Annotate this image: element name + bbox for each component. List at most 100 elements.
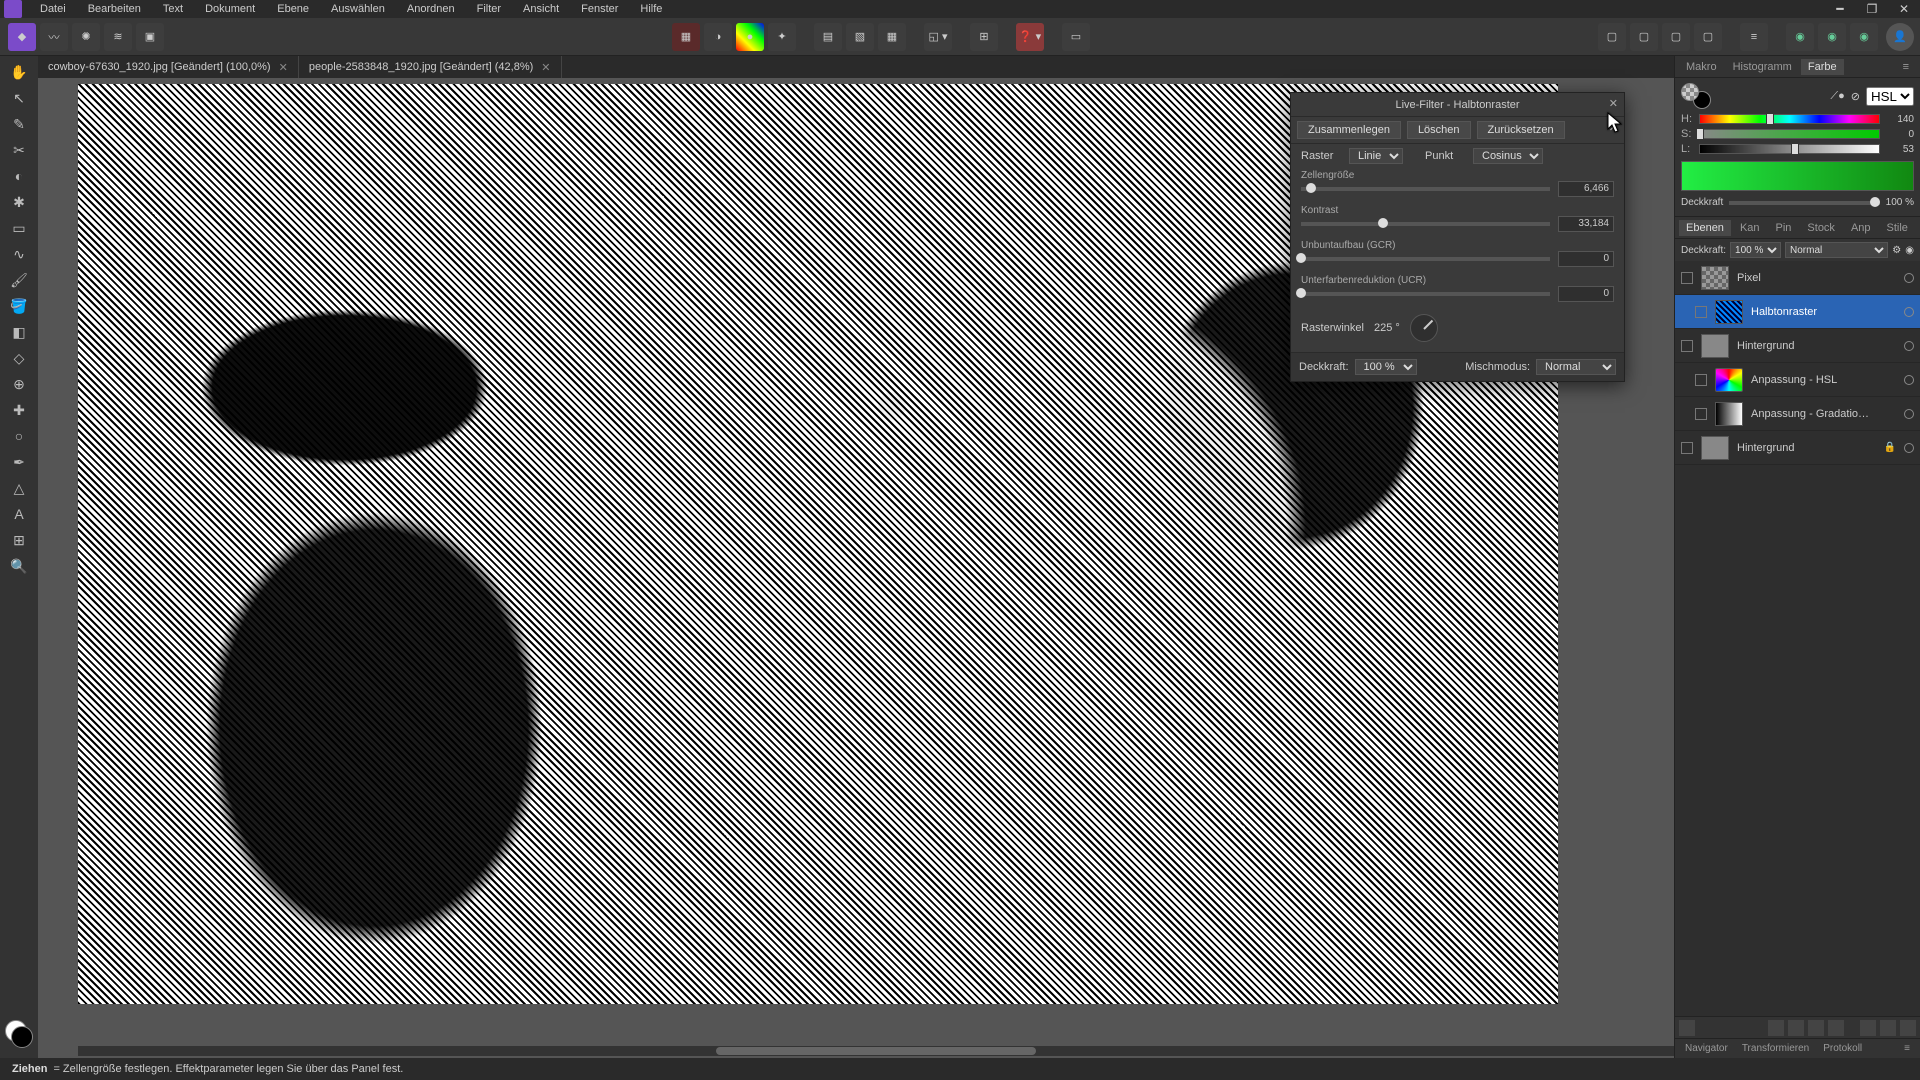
merge-button[interactable]: Zusammenlegen bbox=[1297, 121, 1401, 139]
hue-value[interactable]: 140 bbox=[1886, 114, 1914, 125]
panel-tab-farbe[interactable]: Farbe bbox=[1801, 59, 1844, 75]
menu-dokument[interactable]: Dokument bbox=[195, 1, 265, 17]
panel-tab-anp[interactable]: Anp bbox=[1844, 220, 1878, 236]
clone-tool[interactable]: ⊕ bbox=[5, 372, 33, 396]
contrast-value[interactable]: 33,184 bbox=[1558, 216, 1614, 232]
move-tool[interactable]: ↖ bbox=[5, 86, 33, 110]
cloud-3-button[interactable]: ◉ bbox=[1850, 23, 1878, 51]
select-all-button[interactable]: ▤ bbox=[814, 23, 842, 51]
opacity-slider[interactable] bbox=[1729, 201, 1879, 205]
stock-1-button[interactable]: ▢ bbox=[1598, 23, 1626, 51]
delete-layer-icon[interactable] bbox=[1900, 1020, 1916, 1036]
hand-tool[interactable]: ✋ bbox=[5, 60, 33, 84]
menu-auswählen[interactable]: Auswählen bbox=[321, 1, 395, 17]
persona-liquify-button[interactable]: 〰 bbox=[40, 23, 68, 51]
cellsize-value[interactable]: 6,466 bbox=[1558, 181, 1614, 197]
menu-fenster[interactable]: Fenster bbox=[571, 1, 628, 17]
no-color-icon[interactable]: ⊘ bbox=[1851, 90, 1860, 103]
layer-eye-icon[interactable] bbox=[1904, 443, 1914, 453]
marquee-tool[interactable]: ▭ bbox=[5, 216, 33, 240]
color-model-select[interactable]: HSL bbox=[1866, 87, 1914, 106]
dialog-titlebar[interactable]: Live-Filter - Halbtonraster ✕ bbox=[1291, 93, 1624, 117]
ucr-slider[interactable] bbox=[1301, 292, 1550, 296]
persona-photo-button[interactable]: ◆ bbox=[8, 23, 36, 51]
sat-value[interactable]: 0 bbox=[1886, 129, 1914, 140]
gcr-value[interactable]: 0 bbox=[1558, 251, 1614, 267]
panel-tab-histogramm[interactable]: Histogramm bbox=[1726, 59, 1799, 75]
autolevels-button[interactable]: ✦ bbox=[768, 23, 796, 51]
align-button[interactable]: ≡ bbox=[1740, 23, 1768, 51]
shape-tool[interactable]: △ bbox=[5, 476, 33, 500]
crop-button[interactable]: ◱ ▾ bbox=[924, 23, 952, 51]
menu-ebene[interactable]: Ebene bbox=[267, 1, 319, 17]
horizontal-scrollbar[interactable] bbox=[78, 1046, 1674, 1056]
stock-4-button[interactable]: ▢ bbox=[1694, 23, 1722, 51]
panel-tab-pin[interactable]: Pin bbox=[1769, 220, 1799, 236]
layer-visibility-checkbox[interactable] bbox=[1681, 340, 1693, 352]
document-tab[interactable]: cowboy-67630_1920.jpg [Geändert] (100,0%… bbox=[38, 56, 299, 78]
layer-row[interactable]: Hintergrund bbox=[1675, 329, 1920, 363]
autowhite-button[interactable]: ◑ bbox=[704, 23, 732, 51]
mesh-tool[interactable]: ⊞ bbox=[5, 528, 33, 552]
maximize-button[interactable]: ❐ bbox=[1856, 0, 1888, 18]
cloud-2-button[interactable]: ◉ bbox=[1818, 23, 1846, 51]
reselect-button[interactable]: ▦ bbox=[878, 23, 906, 51]
layer-row[interactable]: Hintergrund🔒 bbox=[1675, 431, 1920, 465]
preview-button[interactable]: ▭ bbox=[1062, 23, 1090, 51]
layer-visibility-checkbox[interactable] bbox=[1695, 408, 1707, 420]
menu-bearbeiten[interactable]: Bearbeiten bbox=[78, 1, 151, 17]
persona-export-button[interactable]: ▣ bbox=[136, 23, 164, 51]
selection-brush-tool[interactable]: ◐ bbox=[5, 164, 33, 188]
layer-eye-icon[interactable] bbox=[1904, 409, 1914, 419]
opacity-value[interactable]: 100 % bbox=[1886, 197, 1914, 208]
menu-hilfe[interactable]: Hilfe bbox=[630, 1, 672, 17]
menu-ansicht[interactable]: Ansicht bbox=[513, 1, 569, 17]
layer-visibility-checkbox[interactable] bbox=[1695, 306, 1707, 318]
punkt-select[interactable]: Cosinus bbox=[1473, 148, 1543, 164]
cloud-1-button[interactable]: ◉ bbox=[1786, 23, 1814, 51]
persona-develop-button[interactable]: ✺ bbox=[72, 23, 100, 51]
color-swatch[interactable] bbox=[5, 1020, 33, 1048]
mix-select[interactable]: Normal bbox=[1536, 359, 1616, 375]
panel-tab-kan[interactable]: Kan bbox=[1733, 220, 1767, 236]
panel-menu-icon[interactable]: ≡ bbox=[1898, 1042, 1916, 1055]
cellsize-slider[interactable] bbox=[1301, 187, 1550, 191]
dodge-tool[interactable]: ○ bbox=[5, 424, 33, 448]
freehand-tool[interactable]: ∿ bbox=[5, 242, 33, 266]
deck-select[interactable]: 100 % bbox=[1355, 359, 1417, 375]
fill-tool[interactable]: 🪣 bbox=[5, 294, 33, 318]
layer-vis-icon[interactable]: ◉ bbox=[1905, 245, 1914, 256]
layer-blend-select[interactable]: Normal bbox=[1785, 242, 1888, 258]
angle-value[interactable]: 225 ° bbox=[1374, 322, 1400, 334]
document-tab[interactable]: people-2583848_1920.jpg [Geändert] (42,8… bbox=[299, 56, 562, 78]
add-layer-icon[interactable] bbox=[1880, 1020, 1896, 1036]
panel-menu-icon[interactable]: ≡ bbox=[1896, 59, 1916, 75]
panel-tab-makro[interactable]: Makro bbox=[1679, 59, 1724, 75]
menu-text[interactable]: Text bbox=[153, 1, 193, 17]
layer-eye-icon[interactable] bbox=[1904, 375, 1914, 385]
assistant-button[interactable]: ❓ ▾ bbox=[1016, 23, 1044, 51]
account-avatar[interactable]: 👤 bbox=[1886, 23, 1914, 51]
crop-tool[interactable]: ✂ bbox=[5, 138, 33, 162]
stock-3-button[interactable]: ▢ bbox=[1662, 23, 1690, 51]
eyedropper-icon[interactable]: ⟋● bbox=[1830, 90, 1844, 103]
panel-tab-transformieren[interactable]: Transformieren bbox=[1736, 1042, 1815, 1055]
mask2-icon[interactable] bbox=[1808, 1020, 1824, 1036]
flood-select-tool[interactable]: ✱ bbox=[5, 190, 33, 214]
gcr-slider[interactable] bbox=[1301, 257, 1550, 261]
arrange-button[interactable]: ⊞ bbox=[970, 23, 998, 51]
ucr-value[interactable]: 0 bbox=[1558, 286, 1614, 302]
close-button[interactable]: ✕ bbox=[1888, 0, 1920, 18]
delete-button[interactable]: Löschen bbox=[1407, 121, 1471, 139]
fg-bg-swatch[interactable] bbox=[1681, 83, 1711, 109]
dialog-close-icon[interactable]: ✕ bbox=[1609, 97, 1618, 110]
panel-tab-stock[interactable]: Stock bbox=[1800, 220, 1842, 236]
layer-opacity-select[interactable]: 100 % bbox=[1730, 242, 1781, 258]
panel-tab-protokoll[interactable]: Protokoll bbox=[1817, 1042, 1868, 1055]
stock-2-button[interactable]: ▢ bbox=[1630, 23, 1658, 51]
layer-visibility-checkbox[interactable] bbox=[1695, 374, 1707, 386]
brush-tool[interactable]: 🖌 bbox=[5, 268, 33, 292]
lig-value[interactable]: 53 bbox=[1886, 144, 1914, 155]
erase-tool[interactable]: ◇ bbox=[5, 346, 33, 370]
mask-icon[interactable] bbox=[1679, 1020, 1695, 1036]
